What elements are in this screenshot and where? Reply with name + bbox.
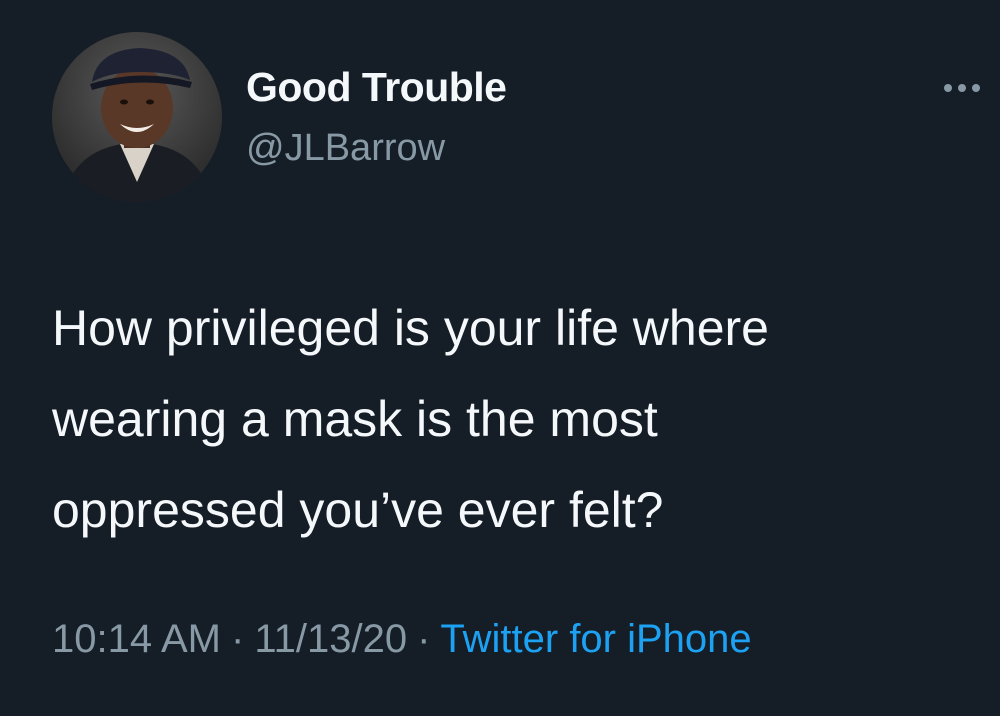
tweet-card: Good Trouble @JLBarrow How privileged is… (0, 0, 1000, 716)
more-horizontal-icon (944, 84, 980, 92)
more-options-button[interactable] (938, 72, 986, 104)
tweet-text-line: wearing a mask is the most (52, 391, 658, 447)
tweet-time[interactable]: 10:14 AM (52, 617, 221, 661)
user-handle[interactable]: @JLBarrow (246, 127, 445, 170)
tweet-source-link[interactable]: Twitter for iPhone (440, 617, 751, 661)
tweet-metadata: 10:14 AM · 11/13/20 · Twitter for iPhone (52, 617, 752, 662)
profile-photo-icon (52, 32, 222, 202)
tweet-text-line: How privileged is your life where (52, 300, 769, 356)
separator-dot: · (417, 617, 431, 661)
tweet-date[interactable]: 11/13/20 (254, 617, 407, 661)
avatar[interactable] (52, 32, 222, 202)
display-name[interactable]: Good Trouble (246, 64, 507, 111)
tweet-text-line: oppressed you’ve ever felt? (52, 482, 664, 538)
separator-dot: · (231, 617, 245, 661)
tweet-text: How privileged is your life where wearin… (52, 283, 982, 556)
